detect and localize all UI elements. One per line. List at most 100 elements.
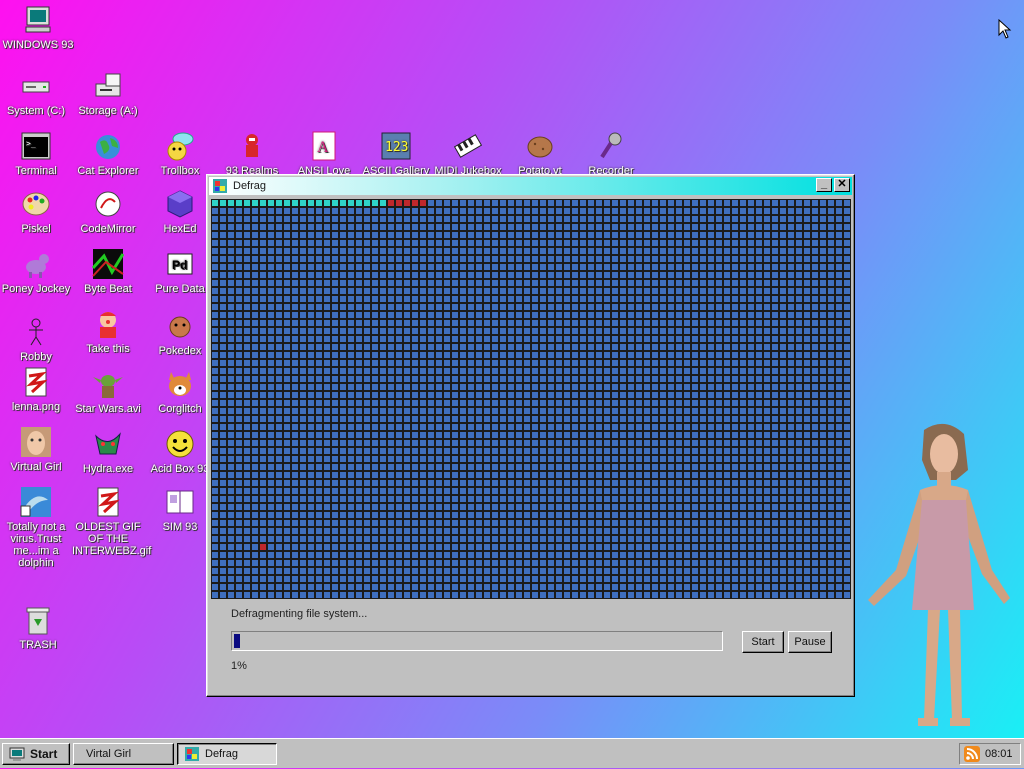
cluster-cell <box>316 544 322 550</box>
desktop-icon-byte-beat[interactable]: Byte Beat <box>72 248 144 295</box>
desktop-icon-trash[interactable]: TRASH <box>2 604 74 651</box>
close-button[interactable]: ✕ <box>834 178 850 192</box>
desktop-icon-ascii-gallery[interactable]: 123 ASCII Gallery <box>360 130 432 177</box>
cluster-cell <box>244 576 250 582</box>
cluster-cell <box>452 552 458 558</box>
cluster-cell <box>484 376 490 382</box>
cluster-cell <box>668 480 674 486</box>
cluster-cell <box>772 496 778 502</box>
desktop-icon-oldest-gif[interactable]: OLDEST GIF OF THE INTERWEBZ.gif <box>72 486 151 557</box>
cluster-cell <box>388 416 394 422</box>
icon-label: TRASH <box>19 639 57 651</box>
desktop-icon-midi-jukebox[interactable]: MIDI Jukebox <box>432 130 504 177</box>
desktop-icon-lenna-png[interactable]: lenna.png <box>0 366 72 413</box>
cluster-cell <box>500 368 506 374</box>
cluster-cell <box>564 552 570 558</box>
desktop-icon-star-wars[interactable]: Star Wars.avi <box>72 368 144 415</box>
cluster-cell <box>732 264 738 270</box>
desktop-icon-virtual-girl[interactable]: Virtual Girl <box>0 426 72 473</box>
cluster-cell <box>356 296 362 302</box>
cluster-cell <box>444 424 450 430</box>
cluster-cell <box>548 416 554 422</box>
cluster-cell <box>572 416 578 422</box>
desktop-icon-poney-jockey[interactable]: Poney Jockey <box>0 248 72 295</box>
cluster-cell <box>356 504 362 510</box>
cluster-cell <box>588 288 594 294</box>
cluster-cell <box>492 464 498 470</box>
taskbar-item-defrag[interactable]: Defrag <box>177 743 277 765</box>
cluster-cell <box>420 520 426 526</box>
cluster-cell <box>828 336 834 342</box>
start-defrag-button[interactable]: Start <box>742 631 784 653</box>
cluster-cell <box>604 440 610 446</box>
cluster-cell <box>324 352 330 358</box>
cluster-cell <box>396 288 402 294</box>
cluster-cell <box>228 592 234 598</box>
cluster-cell <box>636 248 642 254</box>
desktop-icon-system-c[interactable]: System (C:) <box>0 70 72 117</box>
desktop-icon-trollbox[interactable]: Trollbox <box>144 130 216 177</box>
desktop-icon-storage-a[interactable]: Storage (A:) <box>72 70 144 117</box>
desktop-icon-terminal[interactable]: >_ Terminal <box>0 130 72 177</box>
desktop-icon-piskel[interactable]: Piskel <box>0 188 72 235</box>
desktop-icon-potato-yt[interactable]: Potato.yt <box>504 130 576 177</box>
cluster-cell <box>716 200 722 206</box>
cluster-cell <box>636 504 642 510</box>
cluster-cell <box>292 328 298 334</box>
cluster-cell <box>556 232 562 238</box>
cluster-cell <box>556 536 562 542</box>
cluster-cell <box>268 504 274 510</box>
desktop-icon-dolphin[interactable]: Totally not a virus.Trust me...im a dolp… <box>0 486 72 569</box>
cluster-cell <box>788 208 794 214</box>
desktop-icon-93-realms[interactable]: 93 Realms <box>216 130 288 177</box>
cluster-cell <box>220 328 226 334</box>
desktop-icon-robby[interactable]: Robby <box>0 316 72 363</box>
cluster-cell <box>700 408 706 414</box>
cluster-cell <box>460 488 466 494</box>
cluster-cell <box>244 432 250 438</box>
cluster-cell <box>420 224 426 230</box>
desktop-icon-codemirror[interactable]: CodeMirror <box>72 188 144 235</box>
cluster-cell <box>516 232 522 238</box>
cluster-cell <box>236 416 242 422</box>
cluster-cell <box>524 400 530 406</box>
cluster-cell <box>820 552 826 558</box>
cluster-cell <box>836 584 842 590</box>
defrag-window[interactable]: Defrag _ ✕ Defragmenting file system... … <box>206 174 855 697</box>
desktop-icon-ansi-love[interactable]: A ANSI Love <box>288 130 360 177</box>
cluster-cell <box>724 520 730 526</box>
cluster-cell <box>644 424 650 430</box>
cluster-cell <box>556 512 562 518</box>
cluster-cell <box>636 280 642 286</box>
cluster-cell <box>836 360 842 366</box>
virtual-girl-figure[interactable] <box>860 420 1020 743</box>
minimize-button[interactable]: _ <box>816 178 832 192</box>
cluster-cell <box>556 576 562 582</box>
cluster-cell <box>772 424 778 430</box>
cluster-cell <box>452 400 458 406</box>
cluster-cell <box>620 320 626 326</box>
cluster-cell <box>356 224 362 230</box>
cluster-cell <box>300 288 306 294</box>
desktop-icon-cat-explorer[interactable]: Cat Explorer <box>72 130 144 177</box>
cluster-cell <box>636 528 642 534</box>
taskbar-item-virtual-girl[interactable]: Virtal Girl <box>73 743 174 765</box>
cluster-cell <box>708 488 714 494</box>
cluster-cell <box>340 552 346 558</box>
rss-icon[interactable] <box>964 746 980 762</box>
cluster-cell <box>748 592 754 598</box>
cluster-cell <box>764 304 770 310</box>
cluster-cell <box>300 440 306 446</box>
cluster-cell <box>620 216 626 222</box>
desktop-icon-take-this[interactable]: Take this <box>72 308 144 355</box>
cluster-cell <box>372 304 378 310</box>
desktop-icon-recorder[interactable]: Recorder <box>575 130 647 177</box>
desktop-icon-windows-93[interactable]: WINDOWS 93 <box>2 4 74 51</box>
desktop-icon-hydra[interactable]: Hydra.exe <box>72 428 144 475</box>
title-bar[interactable]: Defrag _ ✕ <box>209 177 852 195</box>
cluster-cell <box>620 416 626 422</box>
start-menu-button[interactable]: Start <box>2 743 70 765</box>
pause-defrag-button[interactable]: Pause <box>788 631 832 653</box>
cluster-cell <box>524 448 530 454</box>
cluster-cell <box>756 424 762 430</box>
